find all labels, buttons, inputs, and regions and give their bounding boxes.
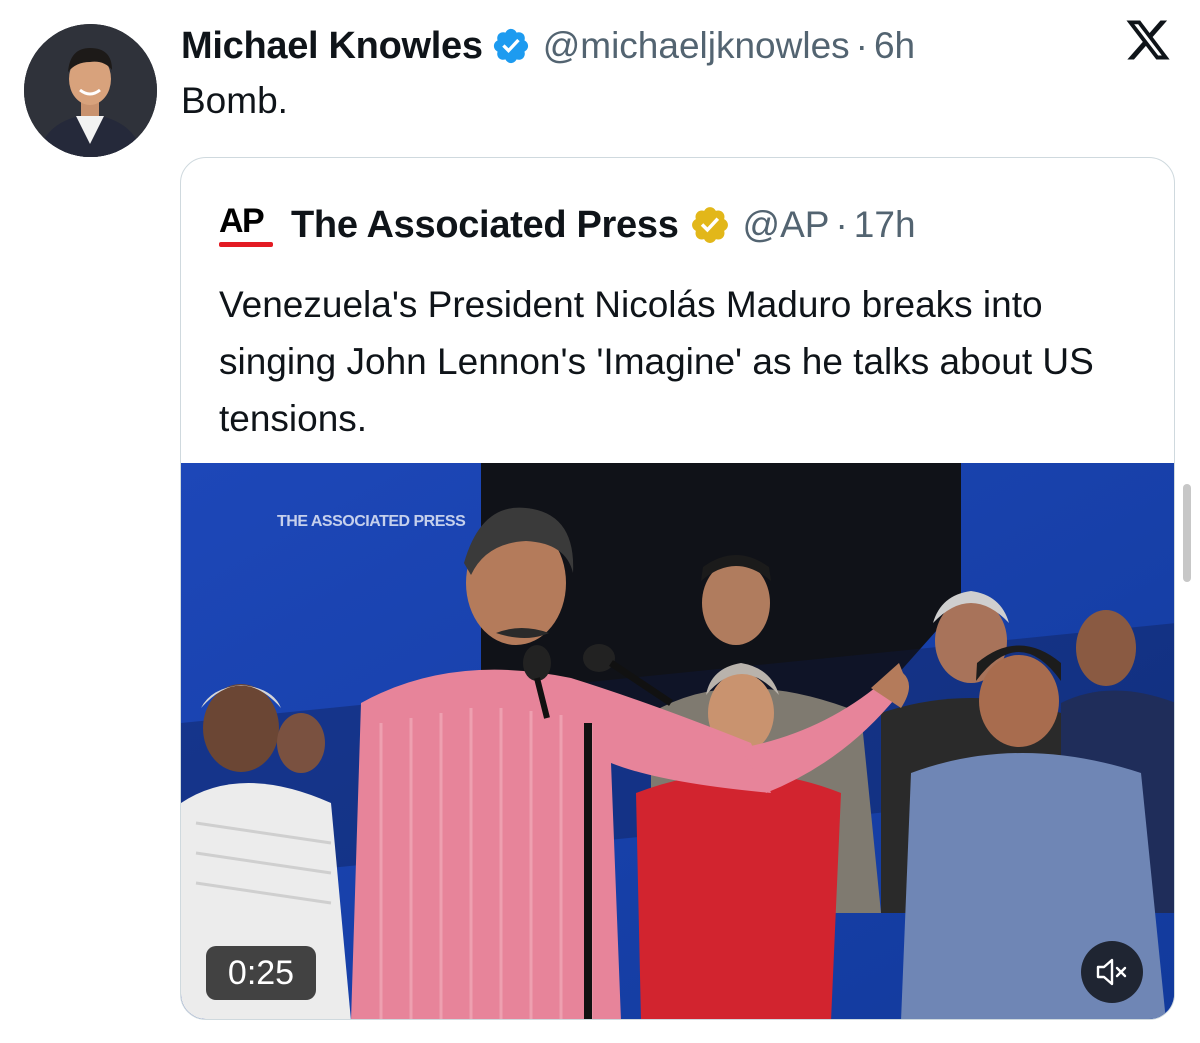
- speaker-muted-icon: [1096, 958, 1127, 986]
- video-watermark: THE ASSOCIATED PRESS: [277, 513, 466, 530]
- author-avatar[interactable]: [24, 24, 157, 157]
- quoted-tweet-card[interactable]: AP The Associated Press @AP · 17h Venezu…: [180, 157, 1175, 1020]
- ap-logo-underline: [219, 242, 273, 247]
- x-logo-icon[interactable]: [1124, 16, 1172, 64]
- quoted-author-name[interactable]: The Associated Press: [291, 204, 679, 247]
- video-player[interactable]: THE ASSOCIATED PRESS 0:25: [181, 463, 1174, 1019]
- author-handle[interactable]: @michaeljknowles: [543, 25, 850, 67]
- video-frame: [181, 463, 1174, 1019]
- video-duration-badge: 0:25: [206, 946, 316, 1000]
- tweet-header: Michael Knowles @michaeljknowles · 6h: [181, 18, 915, 74]
- ap-logo-avatar[interactable]: AP: [219, 200, 277, 250]
- ap-logo-text: AP: [219, 202, 265, 240]
- separator-dot: ·: [855, 25, 868, 66]
- avatar-photo: [24, 24, 157, 157]
- page-scrollbar[interactable]: [1183, 484, 1191, 582]
- quoted-tweet-text: Venezuela's President Nicolás Maduro bre…: [219, 284, 1094, 439]
- tweet-text: Bomb.: [181, 80, 288, 121]
- separator-dot: ·: [835, 204, 848, 245]
- quoted-tweet-timestamp[interactable]: 17h: [854, 204, 916, 246]
- quoted-author-handle[interactable]: @AP: [743, 204, 830, 246]
- tweet-timestamp[interactable]: 6h: [874, 25, 915, 67]
- mute-toggle-button[interactable]: [1081, 941, 1143, 1003]
- verified-badge-icon[interactable]: [491, 26, 531, 66]
- gold-verified-badge-icon[interactable]: [689, 204, 731, 246]
- author-name[interactable]: Michael Knowles: [181, 25, 483, 68]
- quoted-tweet-header: AP The Associated Press @AP · 17h: [219, 200, 916, 250]
